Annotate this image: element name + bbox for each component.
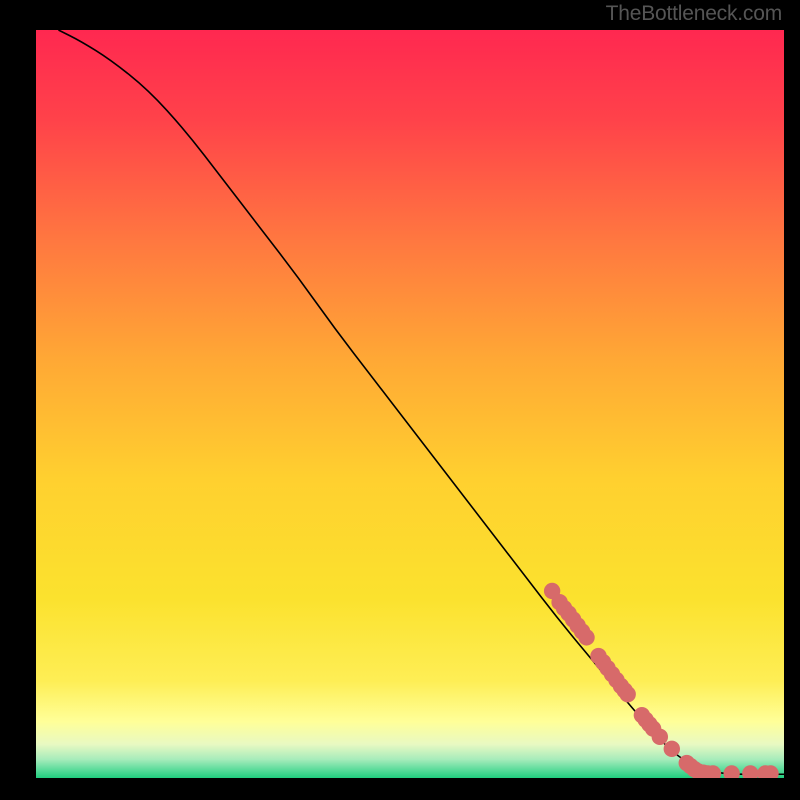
data-marker xyxy=(664,741,680,757)
chart-container: TheBottleneck.com xyxy=(0,0,800,800)
plot-area xyxy=(36,30,784,778)
data-marker xyxy=(652,729,668,745)
data-marker xyxy=(619,686,635,702)
chart-svg xyxy=(36,30,784,778)
gradient-background xyxy=(36,30,784,778)
data-marker xyxy=(578,629,594,645)
watermark-text: TheBottleneck.com xyxy=(606,2,782,26)
